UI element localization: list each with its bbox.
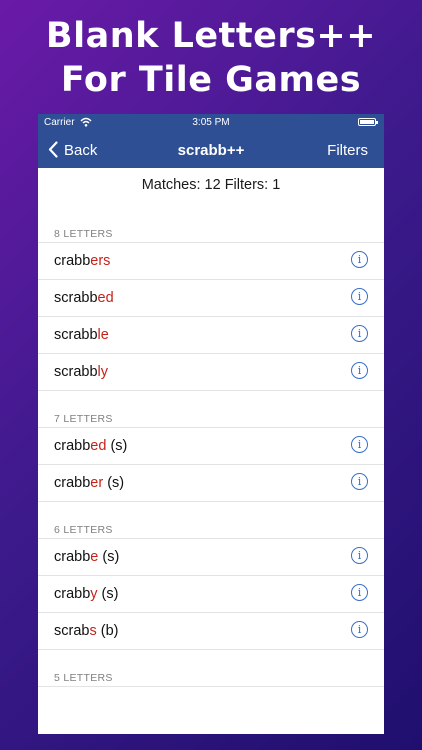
list-item[interactable]: scrabble i xyxy=(38,317,384,354)
word-blank-letters: er xyxy=(90,475,104,491)
word-base-letters: scrab xyxy=(54,623,90,639)
list-item[interactable]: scrabbly i xyxy=(38,354,384,391)
section-header: 8 LETTERS xyxy=(54,228,113,240)
word-base-letters: scrabb xyxy=(54,364,98,380)
promo-headline: Blank Letters++ For Tile Games xyxy=(0,14,422,102)
word-hook-suffix: (s) xyxy=(97,586,119,602)
word-label: crabbe (s) xyxy=(54,549,119,565)
word-blank-letters: ers xyxy=(90,253,111,269)
word-blank-letters: ed xyxy=(90,438,107,454)
battery-icon xyxy=(358,118,378,126)
info-icon[interactable]: i xyxy=(351,362,368,379)
chevron-left-icon xyxy=(48,141,58,160)
info-icon[interactable]: i xyxy=(351,621,368,638)
list-item[interactable]: crabby (s) i xyxy=(38,576,384,613)
word-base-letters: crabb xyxy=(54,586,91,602)
word-blank-letters: ly xyxy=(97,364,109,380)
word-base-letters: crabb xyxy=(54,253,91,269)
list-item[interactable]: crabber (s) i xyxy=(38,465,384,502)
list-item[interactable]: crabbed (s) i xyxy=(38,428,384,465)
word-blank-letters: y xyxy=(90,586,98,602)
list-item[interactable]: scrabbed i xyxy=(38,280,384,317)
info-icon[interactable]: i xyxy=(351,547,368,564)
word-base-letters: scrabb xyxy=(54,290,98,306)
word-blank-letters: ed xyxy=(97,290,114,306)
promo-line-2: For Tile Games xyxy=(60,60,362,100)
list-item[interactable]: scrabs (b) i xyxy=(38,613,384,650)
list-item[interactable]: crabbe (s) i xyxy=(38,539,384,576)
word-label: scrabs (b) xyxy=(54,623,118,639)
section-header: 7 LETTERS xyxy=(54,413,113,425)
matches-summary: Matches: 12 Filters: 1 xyxy=(141,177,281,193)
info-icon[interactable]: i xyxy=(351,436,368,453)
word-hook-suffix: (s) xyxy=(98,549,120,565)
phone-screen: Carrier 3:05 PM Back scrabb++ Filters Ma… xyxy=(38,114,384,734)
word-base-letters: crabb xyxy=(54,475,91,491)
promo-line-1: Blank Letters++ xyxy=(45,16,377,56)
section-list: crabbe (s) i crabby (s) i scrabs (b) i xyxy=(38,538,384,650)
section-list: crabbers i scrabbed i scrabble i scrabbly i xyxy=(38,242,384,391)
info-icon[interactable]: i xyxy=(351,251,368,268)
word-base-letters: scrabb xyxy=(54,327,98,343)
status-time: 3:05 PM xyxy=(192,117,230,128)
section-list xyxy=(38,686,384,707)
section-header: 5 LETTERS xyxy=(54,672,113,684)
word-label: crabbers xyxy=(54,253,110,269)
section-list: crabbed (s) i crabber (s) i xyxy=(38,427,384,502)
filters-button[interactable]: Filters xyxy=(327,142,368,159)
info-icon[interactable]: i xyxy=(351,325,368,342)
info-icon[interactable]: i xyxy=(351,288,368,305)
word-hook-suffix: (b) xyxy=(96,623,119,639)
navigation-bar: Back scrabb++ Filters xyxy=(38,133,384,168)
word-blank-letters: s xyxy=(89,623,97,639)
word-label: scrabble xyxy=(54,327,109,343)
word-label: crabbed (s) xyxy=(54,438,127,454)
list-item[interactable]: crabbers i xyxy=(38,243,384,280)
word-base-letters: crabb xyxy=(54,438,91,454)
word-blank-letters: le xyxy=(97,327,109,343)
section-header: 6 LETTERS xyxy=(54,524,113,536)
word-label: scrabbed xyxy=(54,290,114,306)
status-bar: Carrier 3:05 PM xyxy=(38,114,384,133)
info-icon[interactable]: i xyxy=(351,584,368,601)
word-label: scrabbly xyxy=(54,364,108,380)
word-base-letters: crabb xyxy=(54,549,91,565)
back-label: Back xyxy=(64,142,98,159)
info-icon[interactable]: i xyxy=(351,473,368,490)
word-hook-suffix: (s) xyxy=(106,438,128,454)
word-hook-suffix: (s) xyxy=(103,475,125,491)
back-button[interactable]: Back xyxy=(48,141,97,160)
word-label: crabber (s) xyxy=(54,475,124,491)
word-label: crabby (s) xyxy=(54,586,118,602)
results-list: 8 LETTERS crabbers i scrabbed i scrabble i scra… xyxy=(38,207,384,707)
